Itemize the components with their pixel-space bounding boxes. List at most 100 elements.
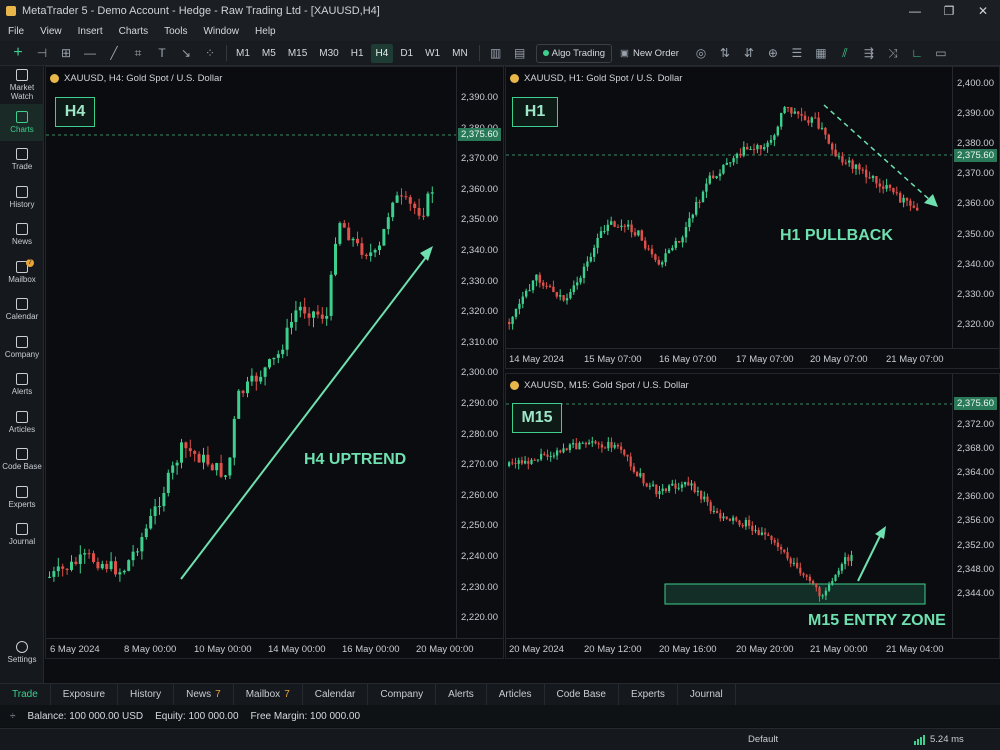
sidebar-item-history[interactable]: History [0,179,44,217]
crosshair-add-icon[interactable]: + [6,43,30,63]
tab-journal[interactable]: Journal [678,683,736,706]
sidebar-item-market-watch[interactable]: Market Watch [0,66,44,104]
menu-help[interactable]: Help [255,26,276,37]
sidebar-item-settings[interactable]: Settings [0,634,44,672]
zoom-in-icon[interactable]: ⊕ [761,43,785,63]
menu-charts[interactable]: Charts [119,26,148,37]
templates-icon[interactable]: ▤ [508,43,532,63]
timeframe-m1[interactable]: M1 [231,44,255,63]
menu-view[interactable]: View [40,26,62,37]
candle-body [664,253,667,263]
maximize-button[interactable]: ❐ [932,0,966,22]
horizontal-line-icon[interactable]: — [78,43,102,63]
shapes-menu-icon[interactable]: ⁘ [198,43,222,63]
one-click-trading-icon[interactable]: ⇅ [713,43,737,63]
tab-articles[interactable]: Articles [487,683,545,706]
tab-trade[interactable]: Trade [0,683,51,706]
timeframe-h4[interactable]: H4 [370,43,394,63]
timeframe-h1[interactable]: H1 [346,44,369,63]
chart-m15[interactable]: XAUUSD, M15: Gold Spot / U.S. Dollar M15… [505,373,1000,659]
new-order-button[interactable]: ▣ New Order [616,44,683,63]
sidebar-item-label: Market Watch [9,82,35,101]
tab-history[interactable]: History [118,683,175,706]
chart-m15-time-axis: 20 May 2024 20 May 12:00 20 May 16:00 20 Ma… [506,638,999,658]
tab-experts[interactable]: Experts [619,683,678,706]
minimize-button[interactable]: — [898,0,932,22]
menu-insert[interactable]: Insert [78,26,103,37]
chart-h1[interactable]: XAUUSD, H1: Gold Spot / U.S. Dollar H1 H… [505,66,1000,369]
candle-body [312,311,315,318]
candle-body [817,117,820,129]
fibonacci-icon[interactable]: ⌗ [126,43,150,63]
tab-exposure[interactable]: Exposure [51,683,119,706]
close-button[interactable]: ✕ [966,0,1000,22]
chart-shift-icon[interactable]: ⇶ [857,43,881,63]
tile-windows-icon[interactable]: ▦ [809,43,833,63]
screenshot-icon[interactable]: ▭ [929,43,953,63]
sidebar-item-company[interactable]: Company [0,329,44,367]
autoscroll-icon[interactable]: ⤨ [881,43,905,63]
candle-body [766,142,769,148]
chart-h4-time-axis: 6 May 2024 8 May 00:00 10 May 00:00 14 May … [46,638,503,658]
sidebar-item-code-base[interactable]: Code Base [0,441,44,479]
tab-news[interactable]: News 7 [174,683,234,706]
indicators-icon[interactable]: ⫽ [833,43,857,63]
timeframe-m30[interactable]: M30 [314,44,343,63]
signals-icon[interactable]: ⇵ [737,43,761,63]
candle-body [834,574,837,581]
price-tick-label: 2,390.00 [957,108,994,120]
chart-h4[interactable]: XAUUSD, H4: Gold Spot / U.S. Dollar H4 H… [45,66,504,659]
candle-body [655,484,658,495]
sidebar-item-mailbox[interactable]: Mailbox 7 [0,254,44,292]
tab-alerts[interactable]: Alerts [436,683,487,706]
menu-window[interactable]: Window [203,26,239,37]
candle-body [569,292,572,299]
sidebar-item-articles[interactable]: Articles [0,404,44,442]
tab-code-base[interactable]: Code Base [545,683,619,706]
collapse-icon[interactable]: ÷ [10,711,16,722]
candle-body [754,530,757,532]
title-bar: MetaTrader 5 - Demo Account - Hedge - Ra… [0,0,1000,22]
candle-body [639,473,642,477]
sidebar-item-label: Calendar [5,312,39,322]
profile-status[interactable]: Default [748,734,778,745]
sidebar-item-news[interactable]: News [0,216,44,254]
sidebar-item-experts[interactable]: Experts [0,479,44,517]
tab-calendar[interactable]: Calendar [303,683,369,706]
candle-body [828,584,831,591]
candle-body [96,561,100,569]
menu-file[interactable]: File [8,26,24,37]
menu-tools[interactable]: Tools [164,26,187,37]
trendline-tools-icon[interactable]: ⊞ [54,43,78,63]
timeframe-mn[interactable]: MN [447,44,473,63]
candle-body [581,442,584,444]
sidebar-item-trade[interactable]: Trade [0,141,44,179]
candle-body [559,295,562,297]
level-icon[interactable]: ∟ [905,43,929,63]
sidebar-item-alerts[interactable]: Alerts [0,366,44,404]
candle-body [325,315,329,319]
trendline-icon[interactable]: ╱ [102,43,126,63]
chart-m15-annotation: M15 ENTRY ZONE [808,612,946,629]
tab-label: Company [380,689,424,700]
arrows-tool-icon[interactable]: ↘ [174,43,198,63]
sidebar-item-calendar[interactable]: Calendar [0,291,44,329]
price-tick-label: 2,320.00 [957,318,994,330]
tab-company[interactable]: Company [368,683,437,706]
chart-type-icon[interactable]: ▥ [484,43,508,63]
charts-icon [16,110,28,123]
depth-of-market-icon[interactable]: ◎ [689,43,713,63]
tab-mailbox[interactable]: Mailbox 7 [234,683,303,706]
text-tool-icon[interactable]: T [150,43,174,63]
timeframe-m15[interactable]: M15 [283,44,312,63]
timeframe-w1[interactable]: W1 [420,44,445,63]
candle-body [668,485,671,491]
sidebar-item-charts[interactable]: Charts [0,103,44,141]
price-tick-label: 2,348.00 [957,563,994,575]
vertical-line-icon[interactable]: ⊣ [30,43,54,63]
timeframe-d1[interactable]: D1 [395,44,418,63]
objects-list-icon[interactable]: ☰ [785,43,809,63]
sidebar-item-journal[interactable]: Journal [0,516,44,554]
timeframe-m5[interactable]: M5 [257,44,281,63]
algo-trading-button[interactable]: Algo Trading [535,43,613,63]
